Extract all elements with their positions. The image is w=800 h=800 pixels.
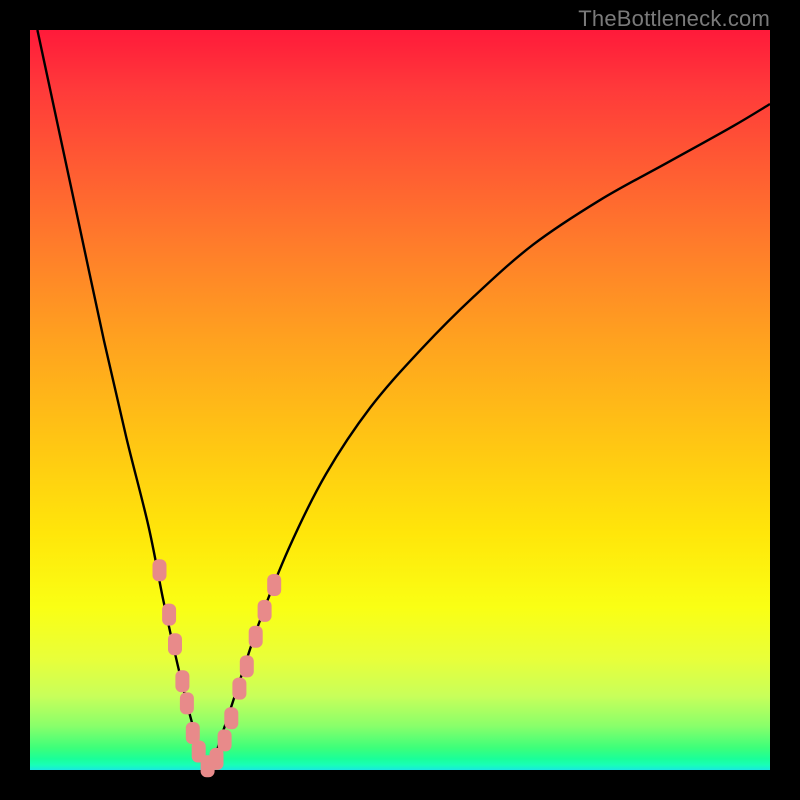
chart-frame: TheBottleneck.com	[0, 0, 800, 800]
data-marker	[218, 729, 232, 751]
data-marker	[210, 748, 224, 770]
data-marker	[180, 692, 194, 714]
data-marker	[162, 604, 176, 626]
data-marker	[232, 678, 246, 700]
bottleneck-curve	[37, 30, 770, 770]
data-marker	[224, 707, 238, 729]
plot-area	[30, 30, 770, 770]
data-marker	[240, 655, 254, 677]
data-marker	[258, 600, 272, 622]
data-marker	[267, 574, 281, 596]
watermark-text: TheBottleneck.com	[578, 6, 770, 32]
curve-layer	[30, 30, 770, 770]
data-marker	[175, 670, 189, 692]
data-marker	[249, 626, 263, 648]
data-marker	[168, 633, 182, 655]
data-marker	[153, 559, 167, 581]
marker-group	[153, 559, 282, 777]
